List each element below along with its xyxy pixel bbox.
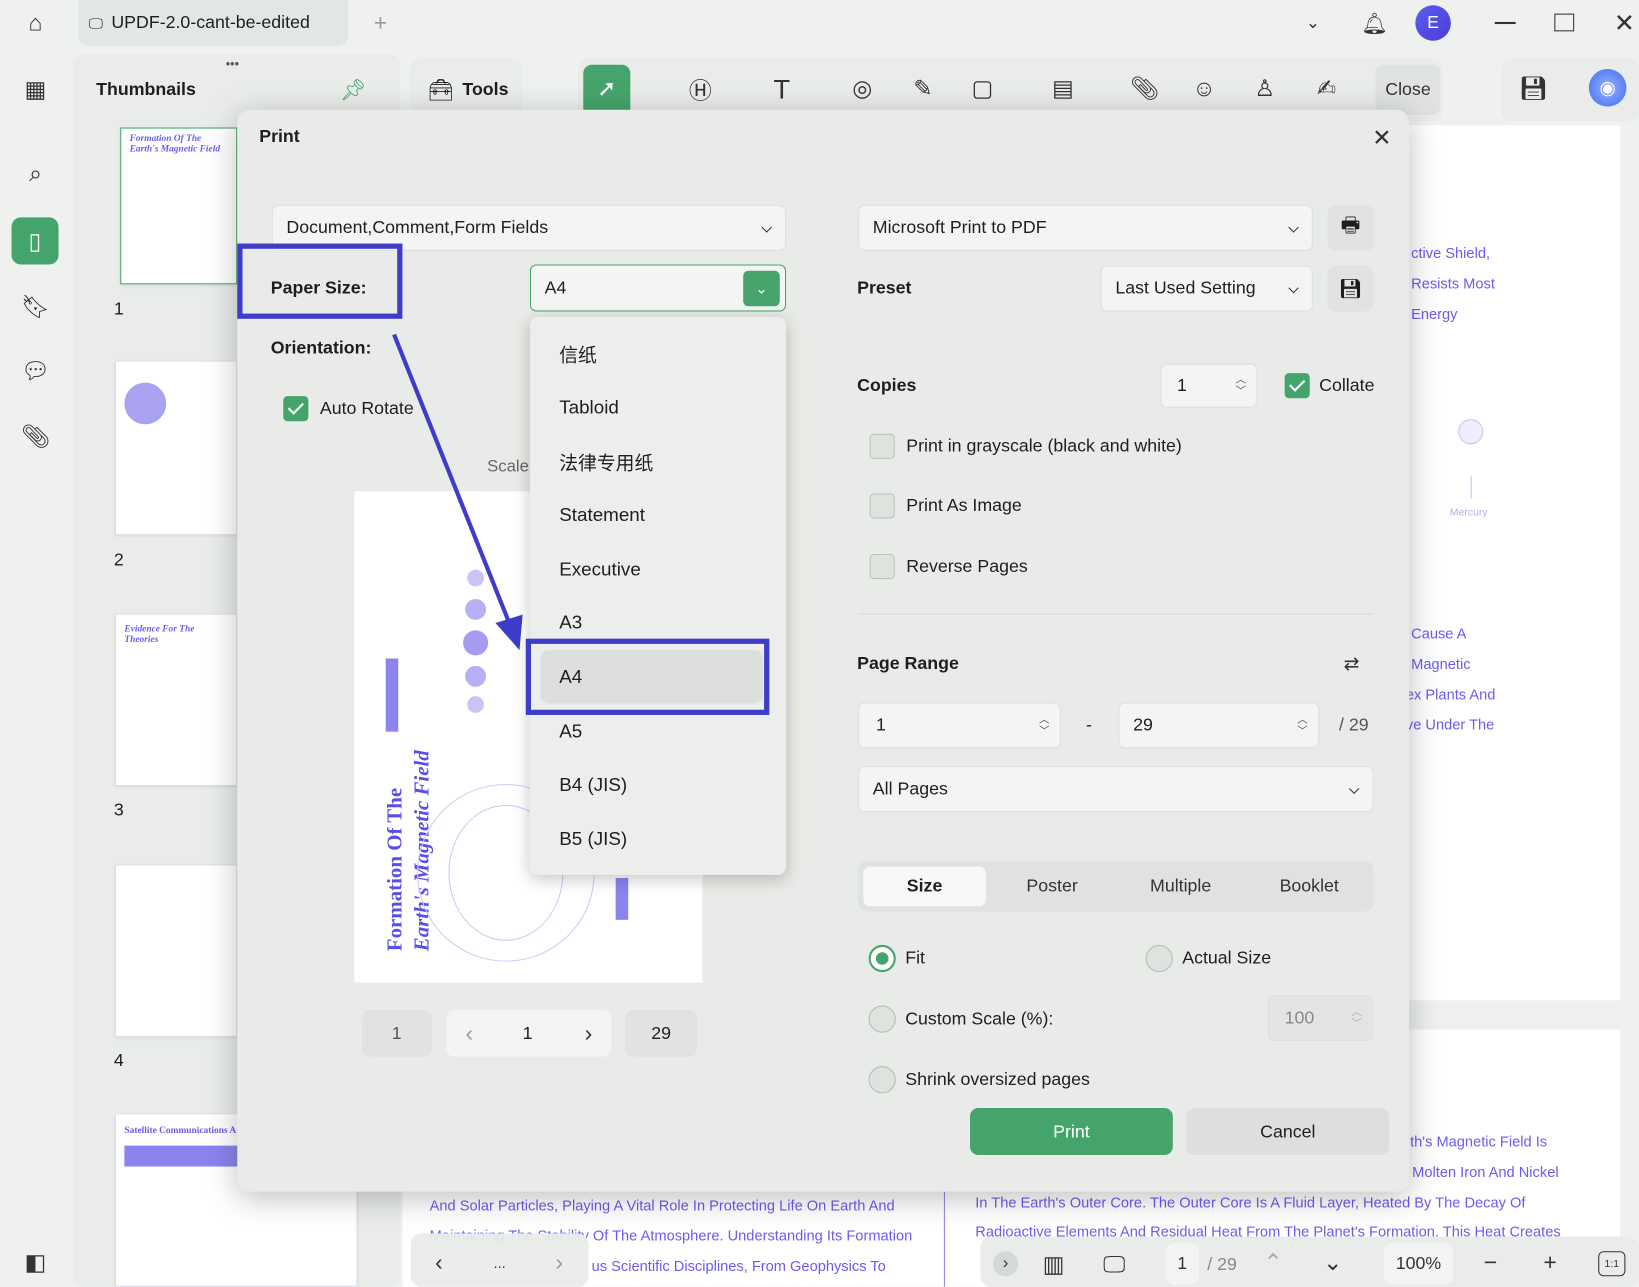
range-from-input[interactable]: 1 ︿ ﹀ bbox=[858, 702, 1061, 749]
chevron-down-icon bbox=[1348, 783, 1360, 794]
chevron-down-icon bbox=[1288, 222, 1299, 233]
menu-item[interactable]: Tabloid bbox=[559, 397, 619, 419]
menu-item[interactable]: A5 bbox=[559, 721, 582, 743]
pages-select-value: All Pages bbox=[872, 778, 948, 799]
range-to-value: 29 bbox=[1133, 714, 1153, 735]
menu-item[interactable]: Statement bbox=[559, 504, 645, 526]
actual-size-label: Actual Size bbox=[1182, 948, 1272, 968]
chevron-down-icon bbox=[1288, 282, 1299, 294]
collate-label: Collate bbox=[1319, 375, 1375, 396]
reverse-pages-label: Reverse Pages bbox=[906, 556, 1028, 576]
preset-value: Last Used Setting bbox=[1115, 278, 1256, 298]
printer-icon: 🖶 bbox=[1340, 214, 1361, 238]
save-preset-button[interactable]: 💾︎ bbox=[1327, 265, 1374, 312]
preview-prev-icon[interactable]: ‹ bbox=[458, 1020, 481, 1047]
pages-select[interactable]: All Pages bbox=[858, 766, 1374, 813]
fit-radio[interactable] bbox=[868, 944, 896, 973]
paper-size-menu: 信纸 Tabloid 法律专用纸 Statement Executive A3 … bbox=[529, 316, 787, 875]
tab-booklet[interactable]: Booklet bbox=[1245, 861, 1374, 911]
custom-scale-label: Custom Scale (%): bbox=[905, 1008, 1054, 1029]
last-page-button[interactable]: 29 bbox=[625, 1009, 698, 1057]
menu-item[interactable]: 信纸 bbox=[559, 341, 597, 368]
menu-item[interactable]: Executive bbox=[559, 559, 641, 581]
tab-size[interactable]: Size bbox=[863, 866, 986, 907]
page-range-swap-icon[interactable]: ⇄ bbox=[1337, 649, 1366, 678]
grayscale-label: Print in grayscale (black and white) bbox=[906, 435, 1182, 456]
copies-stepper[interactable]: 1 ︿ ﹀ bbox=[1160, 363, 1258, 408]
menu-item[interactable]: A3 bbox=[559, 612, 582, 634]
stepper-arrows[interactable]: ︿ ﹀ bbox=[1236, 374, 1246, 397]
menu-item[interactable]: 法律专用纸 bbox=[559, 448, 653, 475]
print-as-image-label: Print As Image bbox=[906, 495, 1022, 516]
range-from-value: 1 bbox=[875, 714, 886, 735]
layout-tabs: Size Poster Multiple Booklet bbox=[858, 861, 1374, 912]
stepper-arrows[interactable]: ︿ ﹀ bbox=[1352, 1007, 1362, 1030]
preset-label: Preset bbox=[857, 278, 912, 298]
fit-label: Fit bbox=[905, 948, 925, 968]
range-separator: - bbox=[1086, 714, 1092, 735]
divider bbox=[858, 613, 1374, 615]
print-as-image-checkbox[interactable] bbox=[869, 493, 895, 519]
annotation-highlight-box bbox=[525, 638, 770, 715]
range-total: / 29 bbox=[1339, 714, 1369, 735]
stepper-arrows[interactable]: ︿ ﹀ bbox=[1039, 714, 1049, 737]
preset-select[interactable]: Last Used Setting bbox=[1100, 265, 1313, 312]
grayscale-checkbox[interactable] bbox=[869, 433, 895, 459]
custom-scale-value: 100 bbox=[1284, 1007, 1315, 1028]
tab-multiple[interactable]: Multiple bbox=[1116, 861, 1245, 911]
preview-next-icon[interactable]: › bbox=[577, 1020, 600, 1047]
print-button[interactable]: Print bbox=[970, 1107, 1173, 1156]
cancel-button[interactable]: Cancel bbox=[1186, 1107, 1390, 1156]
printer-properties-button[interactable]: 🖶 bbox=[1327, 204, 1374, 251]
first-page-button[interactable]: 1 bbox=[361, 1009, 432, 1057]
annotation-arrow bbox=[392, 333, 523, 651]
shrink-label: Shrink oversized pages bbox=[905, 1069, 1090, 1090]
preview-current-page[interactable]: 1 bbox=[523, 1023, 533, 1044]
stepper-arrows[interactable]: ︿ ﹀ bbox=[1297, 714, 1307, 737]
collate-checkbox[interactable] bbox=[1284, 373, 1310, 399]
tab-poster[interactable]: Poster bbox=[988, 861, 1117, 911]
copies-label: Copies bbox=[857, 375, 917, 396]
custom-scale-radio[interactable] bbox=[868, 1005, 896, 1033]
shrink-radio[interactable] bbox=[868, 1066, 896, 1094]
copies-value: 1 bbox=[1176, 375, 1187, 396]
page-range-label: Page Range bbox=[857, 653, 959, 674]
custom-scale-input[interactable]: 100 ︿ ﹀ bbox=[1267, 995, 1374, 1042]
range-to-input[interactable]: 29 ︿ ﹀ bbox=[1118, 702, 1320, 749]
menu-item[interactable]: B4 (JIS) bbox=[559, 774, 627, 796]
printer-select[interactable]: Microsoft Print to PDF bbox=[858, 204, 1313, 251]
actual-size-radio[interactable] bbox=[1145, 944, 1173, 973]
printer-value: Microsoft Print to PDF bbox=[872, 217, 1047, 238]
menu-item[interactable]: B5 (JIS) bbox=[559, 828, 627, 850]
app-window: ⌂ 🖵 UPDF-2.0-cant-be-edited + ⌄ 🔔︎ E ✕ ▦… bbox=[0, 0, 1639, 1287]
save-icon: 💾︎ bbox=[1338, 277, 1363, 299]
reverse-pages-checkbox[interactable] bbox=[869, 553, 895, 580]
